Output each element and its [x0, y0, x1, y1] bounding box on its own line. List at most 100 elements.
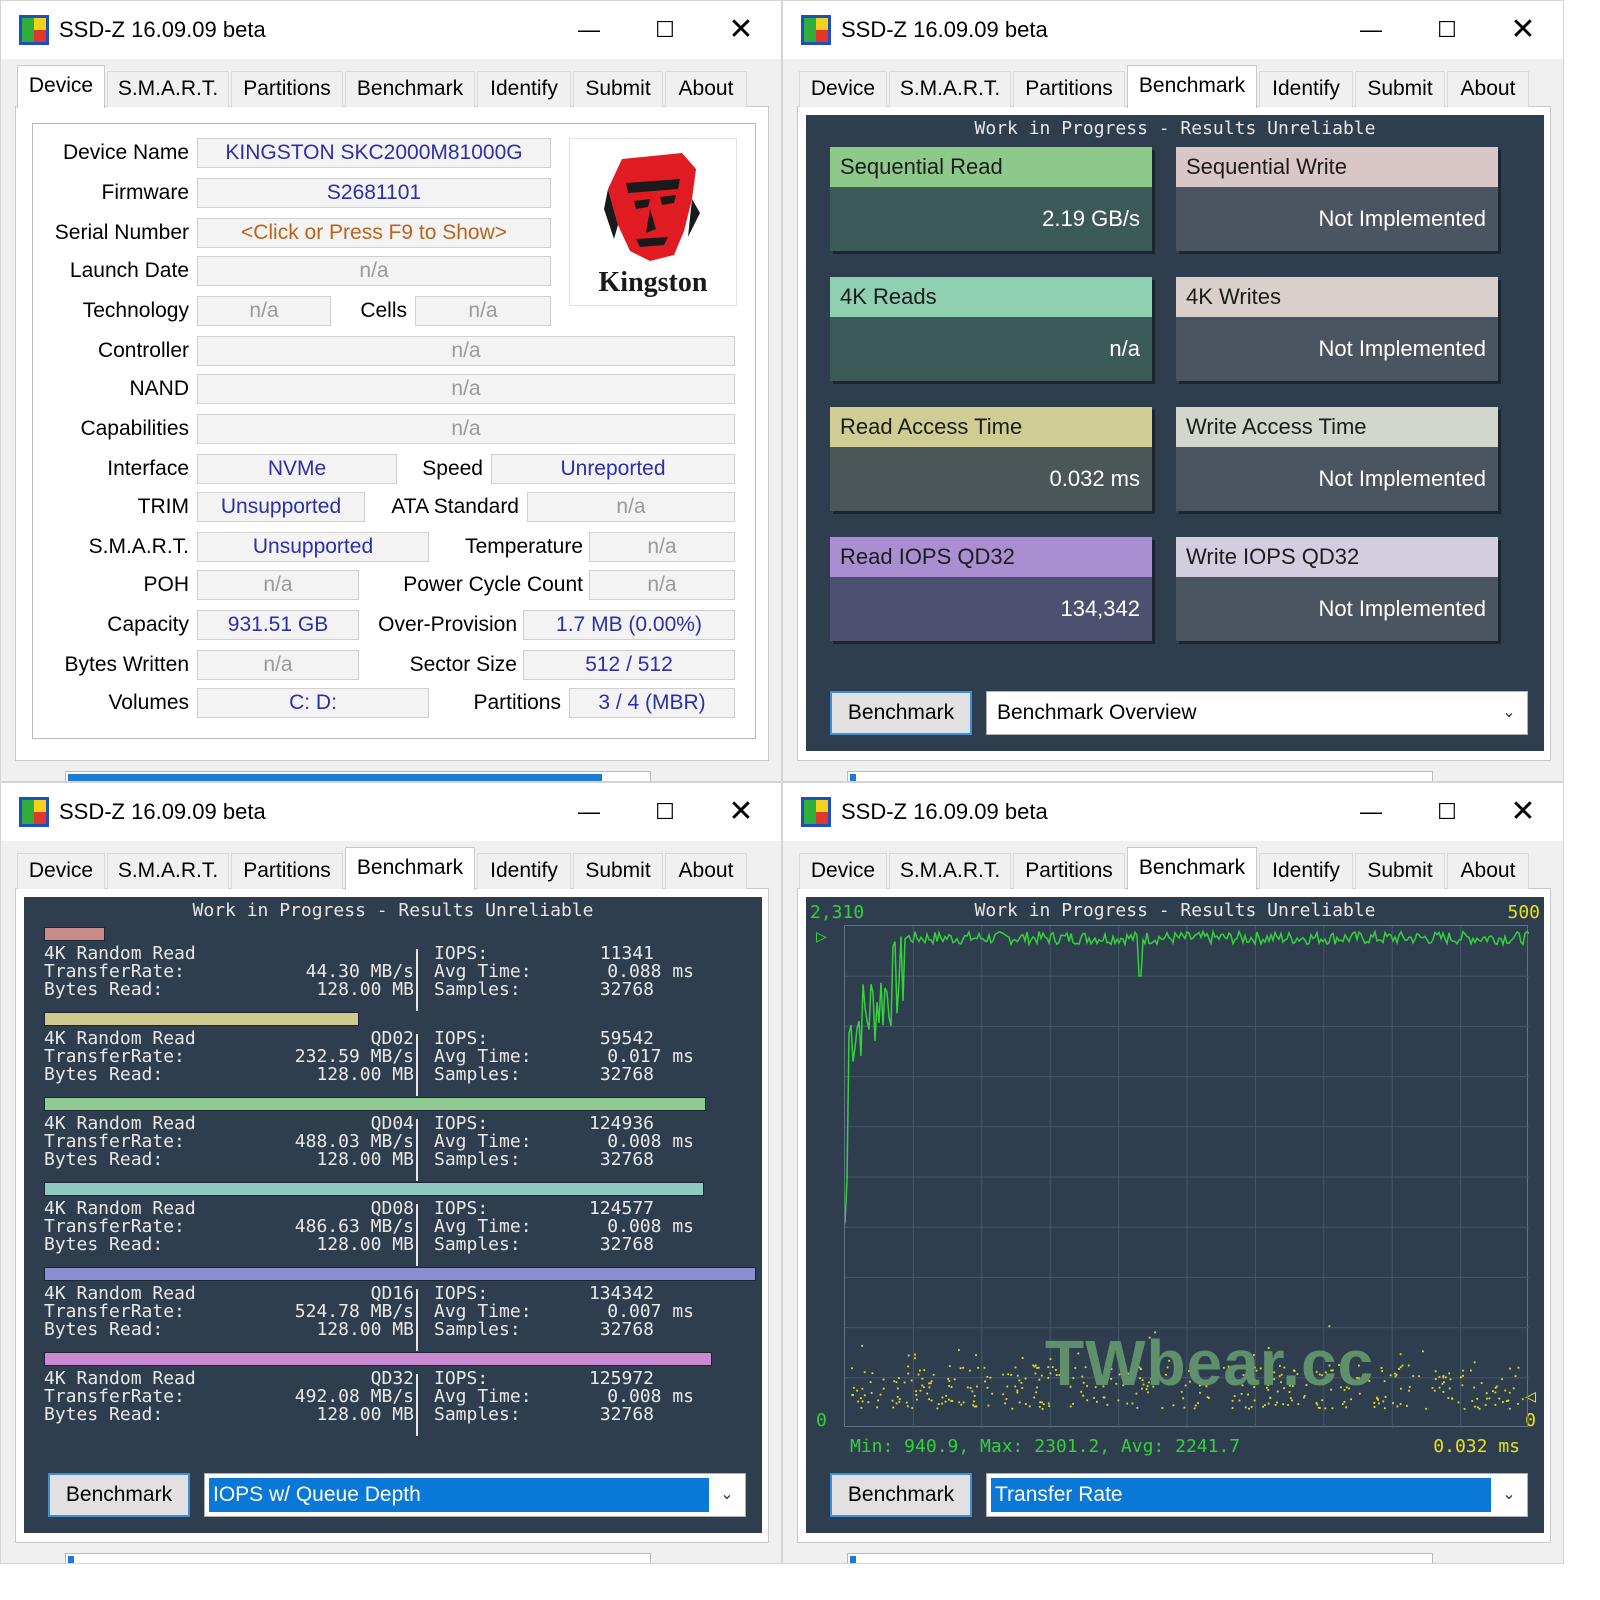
tab-submit[interactable]: Submit [573, 853, 663, 889]
tab-about[interactable]: About [665, 71, 747, 107]
access-time-point [1014, 1366, 1017, 1369]
tab-smart[interactable]: S.M.A.R.T. [889, 71, 1011, 107]
y-axis-left-max: 2,310 [810, 902, 865, 923]
title-bar[interactable]: SSD-Z 16.09.09 beta — ☐ ✕ [1, 783, 781, 841]
launch-date-field[interactable]: n/a [197, 256, 551, 286]
firmware-field[interactable]: S2681101 [197, 178, 551, 208]
benchmark-mode-select[interactable]: IOPS w/ Queue Depth ⌄ [204, 1473, 746, 1517]
maximize-button[interactable]: ☐ [1415, 789, 1479, 835]
bytes-written-field[interactable]: n/a [197, 650, 359, 680]
access-time-point [948, 1380, 951, 1382]
tab-benchmark[interactable]: Benchmark [345, 71, 475, 107]
tab-device[interactable]: Device [799, 71, 887, 107]
tab-about[interactable]: About [1447, 853, 1529, 889]
benchmark-button[interactable]: Benchmark [48, 1473, 190, 1517]
tab-submit[interactable]: Submit [573, 71, 663, 107]
tab-about[interactable]: About [665, 853, 747, 889]
device-name-field[interactable]: KINGSTON SKC2000M81000G [197, 138, 551, 168]
tab-device[interactable]: Device [17, 65, 105, 108]
tab-identify[interactable]: Identify [1259, 853, 1353, 889]
access-time-point [948, 1365, 951, 1367]
minimize-button[interactable]: — [557, 7, 621, 53]
access-time-point [945, 1394, 947, 1397]
benchmark-mode-select[interactable]: Transfer Rate ⌄ [986, 1473, 1528, 1517]
minimize-button[interactable]: — [1339, 789, 1403, 835]
maximize-button[interactable]: ☐ [1415, 7, 1479, 53]
poh-field[interactable]: n/a [197, 570, 359, 600]
minimize-button[interactable]: — [1339, 7, 1403, 53]
capabilities-field[interactable]: n/a [197, 414, 735, 444]
volumes-field[interactable]: C: D: [197, 688, 429, 718]
title-bar[interactable]: SSD-Z 16.09.09 beta — ☐ ✕ [1, 1, 781, 59]
access-time-point [1250, 1406, 1253, 1408]
serial-field[interactable]: <Click or Press F9 to Show> [197, 218, 551, 248]
interface-field[interactable]: NVMe [197, 454, 397, 484]
technology-field[interactable]: n/a [197, 296, 331, 326]
tab-benchmark[interactable]: Benchmark [345, 847, 475, 890]
queue-depth-result: 4K Random Read QD02 TransferRate: 232.59 MB… [44, 1030, 724, 1102]
chevron-down-icon[interactable]: ⌄ [715, 1474, 739, 1516]
access-time-point [891, 1399, 894, 1402]
y-axis-right-max: 500 [1507, 902, 1540, 923]
tab-smart[interactable]: S.M.A.R.T. [107, 71, 229, 107]
tab-benchmark[interactable]: Benchmark [1127, 65, 1257, 108]
capacity-field[interactable]: 931.51 GB [197, 610, 359, 640]
benchmark-button[interactable]: Benchmark [830, 1473, 972, 1517]
nand-field[interactable]: n/a [197, 374, 735, 404]
status-bar [1, 765, 781, 781]
controller-field[interactable]: n/a [197, 336, 735, 366]
access-time-point [1462, 1369, 1464, 1372]
tab-submit[interactable]: Submit [1355, 853, 1445, 889]
result-card: Write Access Time Not Implemented [1176, 407, 1498, 511]
access-time-point [1395, 1373, 1398, 1376]
sector-size-field[interactable]: 512 / 512 [523, 650, 735, 680]
tab-device[interactable]: Device [799, 853, 887, 889]
maximize-button[interactable]: ☐ [633, 789, 697, 835]
over-provision-field[interactable]: 1.7 MB (0.00%) [523, 610, 735, 640]
tab-partitions[interactable]: Partitions [1013, 853, 1125, 889]
cells-field[interactable]: n/a [415, 296, 551, 326]
tab-benchmark[interactable]: Benchmark [1127, 847, 1257, 890]
tab-identify[interactable]: Identify [477, 71, 571, 107]
nand-label: NAND [129, 377, 189, 400]
power-cycle-field[interactable]: n/a [589, 570, 735, 600]
access-time-point [907, 1365, 909, 1368]
window-benchmark-overview: SSD-Z 16.09.09 beta — ☐ ✕ Device S.M.A.R… [782, 0, 1564, 782]
chevron-down-icon[interactable]: ⌄ [1497, 692, 1521, 734]
access-time-point [1517, 1366, 1520, 1369]
close-button[interactable]: ✕ [709, 789, 773, 835]
tab-about[interactable]: About [1447, 71, 1529, 107]
temperature-field[interactable]: n/a [589, 532, 735, 562]
speed-field[interactable]: Unreported [491, 454, 735, 484]
close-button[interactable]: ✕ [1491, 7, 1555, 53]
tab-partitions[interactable]: Partitions [231, 853, 343, 889]
access-time-point [1345, 1406, 1348, 1409]
tab-identify[interactable]: Identify [477, 853, 571, 889]
benchmark-mode-select[interactable]: Benchmark Overview ⌄ [986, 691, 1528, 735]
title-bar[interactable]: SSD-Z 16.09.09 beta — ☐ ✕ [783, 783, 1563, 841]
access-time-point [986, 1386, 989, 1389]
tab-submit[interactable]: Submit [1355, 71, 1445, 107]
ata-standard-field[interactable]: n/a [527, 492, 735, 522]
bytes-read-label: Bytes Read: [44, 1404, 164, 1425]
tab-identify[interactable]: Identify [1259, 71, 1353, 107]
access-time-point [953, 1378, 956, 1381]
tab-partitions[interactable]: Partitions [231, 71, 343, 107]
tab-smart[interactable]: S.M.A.R.T. [889, 853, 1011, 889]
benchmark-mode-value: IOPS w/ Queue Depth [209, 1478, 709, 1512]
samples-label: Samples: [434, 1319, 521, 1340]
smart-field[interactable]: Unsupported [197, 532, 429, 562]
chevron-down-icon[interactable]: ⌄ [1497, 1474, 1521, 1516]
tab-partitions[interactable]: Partitions [1013, 71, 1125, 107]
partitions-field[interactable]: 3 / 4 (MBR) [569, 688, 735, 718]
minimize-button[interactable]: — [557, 789, 621, 835]
close-button[interactable]: ✕ [709, 7, 773, 53]
trim-field[interactable]: Unsupported [197, 492, 365, 522]
tab-smart[interactable]: S.M.A.R.T. [107, 853, 229, 889]
close-button[interactable]: ✕ [1491, 789, 1555, 835]
tab-device[interactable]: Device [17, 853, 105, 889]
benchmark-button[interactable]: Benchmark [830, 691, 972, 735]
title-bar[interactable]: SSD-Z 16.09.09 beta — ☐ ✕ [783, 1, 1563, 59]
maximize-button[interactable]: ☐ [633, 7, 697, 53]
access-time-point [969, 1369, 971, 1372]
